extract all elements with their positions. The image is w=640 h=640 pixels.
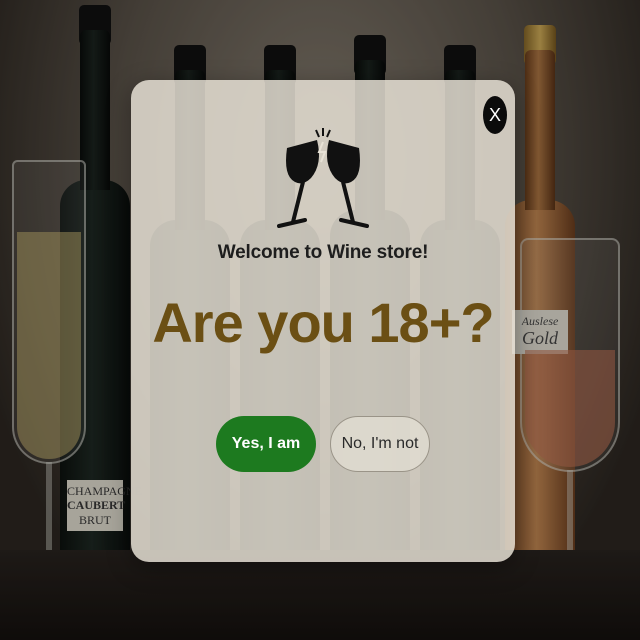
age-verification-modal: X Welcome to Wine store! Are you 18+? Ye… <box>131 80 515 562</box>
modal-actions: Yes, I am No, I'm not <box>131 416 515 472</box>
age-question: Are you 18+? <box>152 291 494 354</box>
close-button[interactable]: X <box>483 96 507 134</box>
welcome-heading: Welcome to Wine store! <box>217 242 429 263</box>
deny-age-button[interactable]: No, I'm not <box>330 416 430 472</box>
confirm-age-button[interactable]: Yes, I am <box>216 416 316 472</box>
wine-glasses-cheers-icon <box>277 128 369 228</box>
